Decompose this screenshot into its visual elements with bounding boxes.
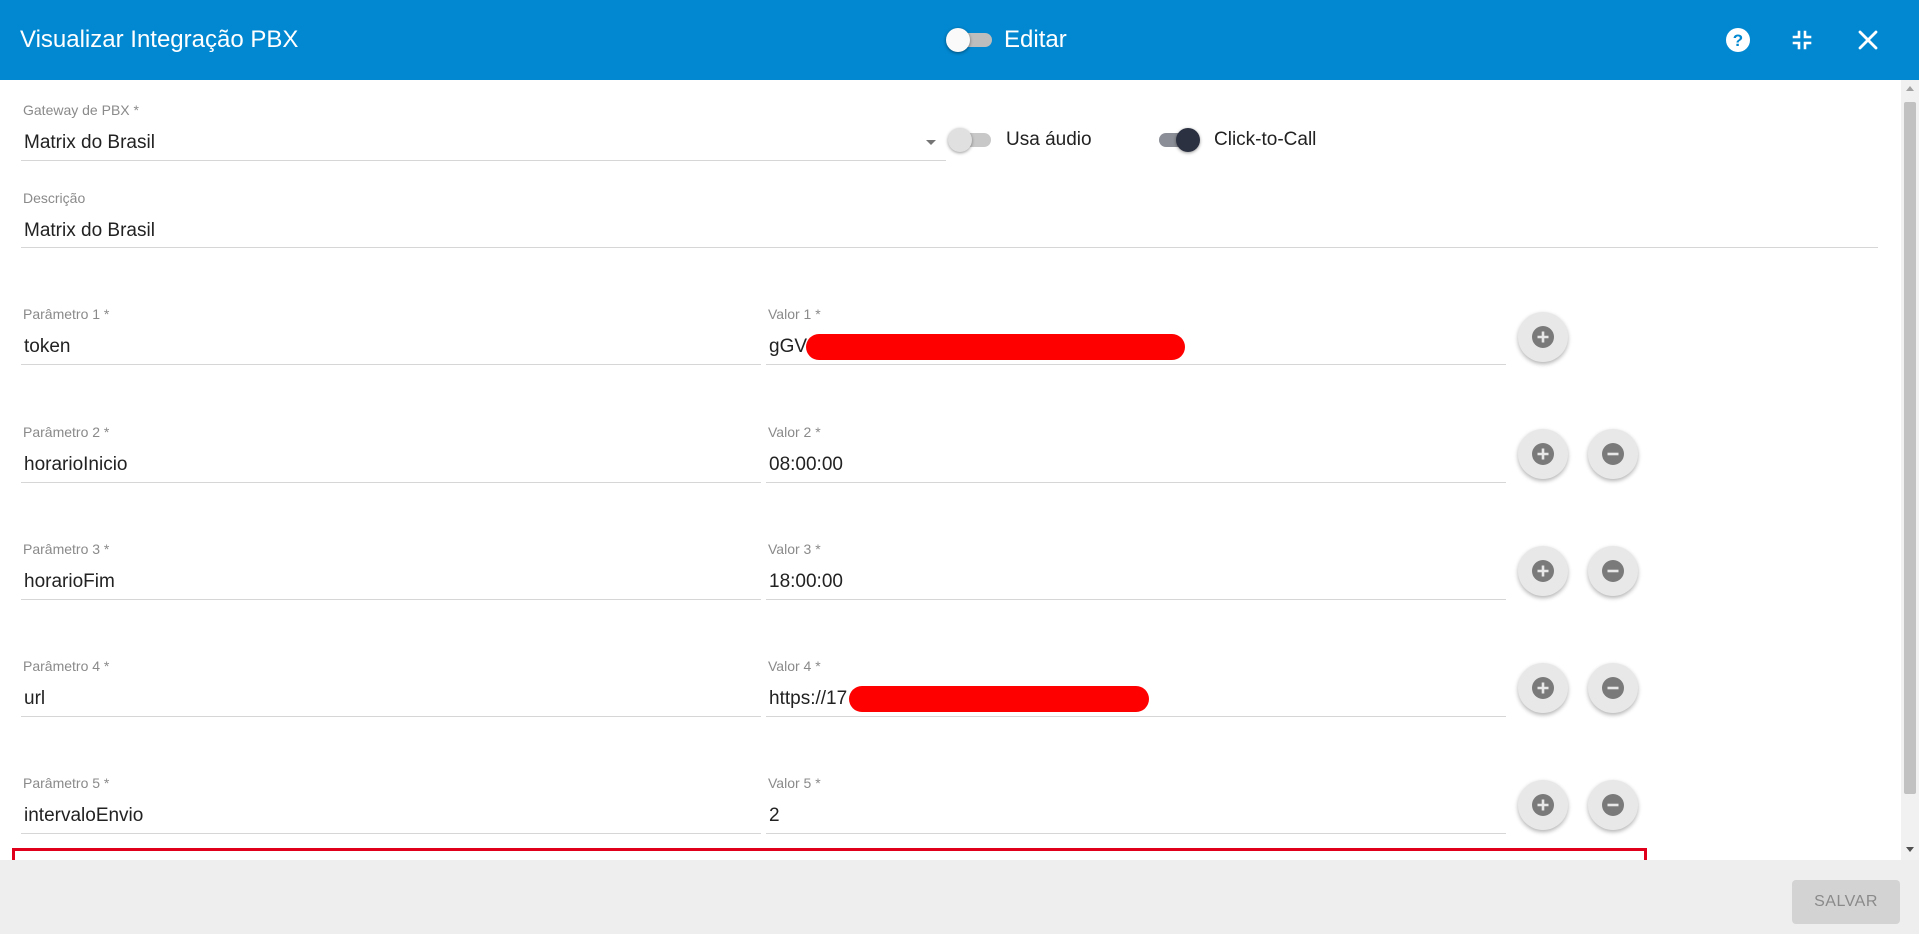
param-2-field[interactable]: Parâmetro 2 * horarioInicio (21, 424, 761, 483)
edit-toggle[interactable]: Editar (946, 26, 1067, 54)
valor-2-label: Valor 2 * (768, 424, 821, 440)
help-icon[interactable]: ? (1720, 22, 1756, 58)
param-1-label: Parâmetro 1 * (23, 306, 110, 322)
valor-2-field[interactable]: Valor 2 * 08:00:00 (766, 424, 1506, 483)
plus-circle-icon (1532, 326, 1554, 348)
scroll-down-arrow-icon[interactable] (1906, 847, 1914, 852)
close-icon[interactable] (1850, 22, 1886, 58)
click-to-call-toggle[interactable]: Click-to-Call (1156, 128, 1316, 152)
add-row-2-button[interactable] (1518, 429, 1568, 479)
scroll-up-arrow-icon[interactable] (1906, 86, 1914, 91)
remove-row-3-button[interactable] (1588, 546, 1638, 596)
descricao-value: Matrix do Brasil (24, 220, 155, 241)
chevron-down-icon[interactable] (926, 140, 936, 145)
svg-text:?: ? (1733, 31, 1743, 50)
minus-circle-icon (1602, 443, 1624, 465)
edit-toggle-switch[interactable] (946, 28, 992, 52)
param-5-value: intervaloEnvio (24, 805, 144, 826)
click-to-call-label: Click-to-Call (1214, 129, 1317, 150)
minus-circle-icon (1602, 677, 1624, 699)
valor-3-field[interactable]: Valor 3 * 18:00:00 (766, 541, 1506, 600)
valor-4-value: https://17 (769, 688, 848, 709)
valor-1-value: gGV (769, 336, 808, 357)
plus-circle-icon (1532, 560, 1554, 582)
form-content: Gateway de PBX * Matrix do Brasil Usa áu… (0, 80, 1901, 860)
dialog-title: Visualizar Integração PBX (20, 26, 299, 53)
add-row-5-button[interactable] (1518, 780, 1568, 830)
plus-circle-icon (1532, 677, 1554, 699)
param-1-value: token (24, 336, 71, 357)
valor-4-label: Valor 4 * (768, 658, 821, 674)
usa-audio-label: Usa áudio (1006, 129, 1092, 150)
valor-1-label: Valor 1 * (768, 306, 821, 322)
minus-circle-icon (1602, 794, 1624, 816)
highlight-annotation (12, 848, 1647, 860)
descricao-field[interactable]: Descrição Matrix do Brasil (21, 190, 1878, 248)
param-3-label: Parâmetro 3 * (23, 541, 110, 557)
redaction-mark (806, 334, 1185, 360)
add-row-4-button[interactable] (1518, 663, 1568, 713)
valor-5-label: Valor 5 * (768, 775, 821, 791)
gateway-select[interactable]: Gateway de PBX * Matrix do Brasil (21, 102, 946, 161)
scrollbar-thumb[interactable] (1904, 102, 1916, 794)
add-row-1-button[interactable] (1518, 312, 1568, 362)
param-3-value: horarioFim (24, 571, 115, 592)
save-button[interactable]: SALVAR (1792, 880, 1900, 924)
dialog-footer: SALVAR (0, 860, 1919, 934)
add-row-3-button[interactable] (1518, 546, 1568, 596)
valor-3-label: Valor 3 * (768, 541, 821, 557)
param-2-label: Parâmetro 2 * (23, 424, 110, 440)
plus-circle-icon (1532, 443, 1554, 465)
param-4-label: Parâmetro 4 * (23, 658, 110, 674)
remove-row-5-button[interactable] (1588, 780, 1638, 830)
param-4-field[interactable]: Parâmetro 4 * url (21, 658, 761, 717)
param-4-value: url (24, 688, 46, 709)
edit-toggle-label: Editar (1004, 26, 1067, 53)
descricao-label: Descrição (23, 190, 86, 206)
param-5-field[interactable]: Parâmetro 5 * intervaloEnvio (21, 775, 761, 834)
param-1-field[interactable]: Parâmetro 1 * token (21, 306, 761, 365)
remove-row-2-button[interactable] (1588, 429, 1638, 479)
gateway-label: Gateway de PBX * (23, 102, 139, 118)
redaction-mark (849, 686, 1149, 712)
param-2-value: horarioInicio (24, 454, 128, 475)
valor-5-field[interactable]: Valor 5 * 2 (766, 775, 1506, 834)
usa-audio-toggle[interactable]: Usa áudio (948, 128, 1092, 152)
plus-circle-icon (1532, 794, 1554, 816)
remove-row-4-button[interactable] (1588, 663, 1638, 713)
valor-2-value: 08:00:00 (769, 454, 843, 475)
minimize-icon[interactable] (1784, 22, 1820, 58)
param-3-field[interactable]: Parâmetro 3 * horarioFim (21, 541, 761, 600)
param-5-label: Parâmetro 5 * (23, 775, 110, 791)
minus-circle-icon (1602, 560, 1624, 582)
valor-3-value: 18:00:00 (769, 571, 843, 592)
valor-5-value: 2 (769, 805, 780, 826)
dialog-header: Visualizar Integração PBX Editar ? (0, 0, 1919, 80)
gateway-value: Matrix do Brasil (24, 132, 155, 153)
scrollbar[interactable] (1901, 80, 1919, 860)
